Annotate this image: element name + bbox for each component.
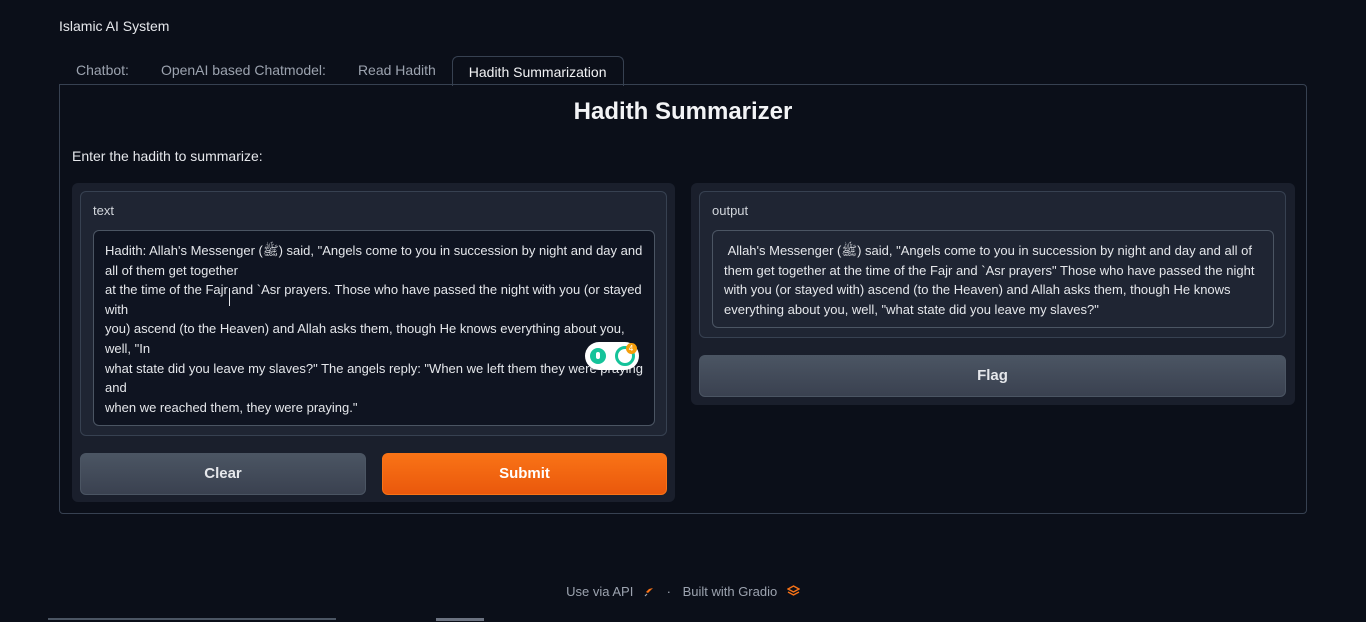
clear-button[interactable]: Clear [80, 453, 366, 495]
app-title: Islamic AI System [59, 18, 170, 34]
flag-button[interactable]: Flag [699, 355, 1286, 397]
gradio-logo-icon [786, 585, 800, 596]
output-label: output [712, 203, 749, 218]
tab-panel: Hadith Summarizer Enter the hadith to su… [59, 84, 1307, 514]
summary-output: Allah's Messenger (ﷺ) said, "Angels come… [712, 230, 1274, 328]
tab-bar: Chatbot: OpenAI based Chatmodel: Read Ha… [60, 55, 624, 86]
grammarly-widget[interactable]: 4 [585, 342, 639, 370]
output-column: output Allah's Messenger (ﷺ) said, "Ange… [691, 183, 1295, 405]
tab-openai-chatmodel[interactable]: OpenAI based Chatmodel: [145, 55, 342, 85]
scrollbar-thumb[interactable] [436, 618, 484, 621]
input-column: text Hadith: Allah's Messenger (ﷺ) said,… [72, 183, 675, 502]
text-label: text [93, 203, 114, 218]
submit-button[interactable]: Submit [382, 453, 667, 495]
text-caret [229, 288, 230, 306]
tab-read-hadith[interactable]: Read Hadith [342, 55, 452, 85]
grammarly-bulb-icon[interactable] [589, 348, 606, 364]
scrollbar-track [48, 618, 336, 620]
use-via-api-link[interactable]: Use via API [566, 584, 633, 599]
tab-chatbot[interactable]: Chatbot: [60, 55, 145, 85]
output-block: output Allah's Messenger (ﷺ) said, "Ange… [699, 191, 1286, 338]
text-block: text Hadith: Allah's Messenger (ﷺ) said,… [80, 191, 667, 436]
built-with-gradio-link[interactable]: Built with Gradio [683, 584, 778, 599]
footer: Use via API · Built with Gradio [0, 583, 1366, 599]
footer-separator: · [666, 584, 671, 600]
grammarly-logo-icon[interactable]: 4 [614, 343, 637, 366]
rocket-icon [644, 587, 653, 596]
grammarly-count-badge: 4 [625, 343, 637, 354]
tab-hadith-summarization[interactable]: Hadith Summarization [451, 56, 624, 86]
hadith-text-input[interactable]: Hadith: Allah's Messenger (ﷺ) said, "Ang… [93, 230, 655, 426]
page-title: Hadith Summarizer [573, 98, 793, 125]
instruction-text: Enter the hadith to summarize: [72, 148, 263, 164]
